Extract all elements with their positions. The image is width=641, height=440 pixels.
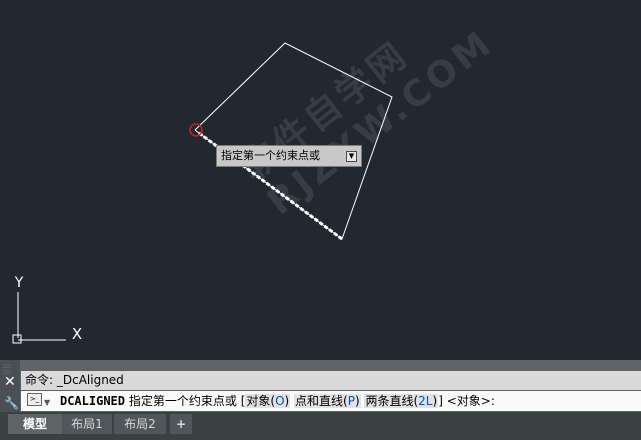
- dynamic-input-tooltip: 指定第一个约束点或 ▼: [216, 145, 362, 167]
- option-object[interactable]: 对象(O): [245, 394, 291, 408]
- command-line-panel: :::::::: ✕ 🔧 命令: _DcAligned >_ ▼ DCALIGNE…: [0, 360, 641, 412]
- command-prompt-icon[interactable]: >_: [27, 393, 42, 406]
- option-object-key: O: [275, 394, 285, 408]
- command-panel-grip[interactable]: :::::::: ✕ 🔧: [0, 360, 20, 412]
- option-two-lines-close: ): [432, 394, 438, 408]
- layout-tab-bar: 模型 布局1 布局2 +: [0, 412, 641, 440]
- option-object-label: 对象(: [246, 394, 276, 408]
- command-prompt-text: 指定第一个约束点或: [128, 394, 237, 408]
- default-option: <对象>:: [446, 394, 495, 408]
- tab-model[interactable]: 模型: [8, 414, 62, 434]
- add-layout-button[interactable]: +: [170, 414, 192, 434]
- tab-layout1[interactable]: 布局1: [62, 414, 112, 434]
- close-icon[interactable]: ✕: [4, 374, 16, 390]
- ucs-x-label: X: [72, 325, 82, 343]
- option-point-line-label: 点和直线(: [295, 394, 348, 408]
- tab-layout2[interactable]: 布局2: [114, 414, 166, 434]
- command-input-line[interactable]: >_ ▼ DCALIGNED 指定第一个约束点或 [对象(O) 点和直线(P) 两…: [21, 391, 641, 411]
- option-point-line-key: P: [347, 394, 355, 408]
- ucs-icon: Y X: [12, 275, 82, 344]
- drawing-viewport[interactable]: Y X 软件自学网 RJZXW.COM 指定第一个约束点或 ▼: [0, 0, 641, 360]
- command-name: DCALIGNED: [59, 394, 126, 408]
- option-two-lines[interactable]: 两条直线(2L): [364, 394, 439, 408]
- bracket-close: ]: [438, 394, 443, 408]
- dropdown-arrow-icon[interactable]: ▼: [346, 151, 357, 162]
- command-history: 命令: _DcAligned: [21, 371, 641, 390]
- option-point-line-close: ): [354, 394, 360, 408]
- tooltip-text: 指定第一个约束点或: [221, 149, 320, 162]
- option-object-close: ): [284, 394, 290, 408]
- option-two-lines-label: 两条直线(: [365, 394, 419, 408]
- chevron-down-icon[interactable]: ▼: [44, 398, 50, 407]
- option-point-line[interactable]: 点和直线(P): [294, 394, 361, 408]
- wrench-icon[interactable]: 🔧: [4, 396, 19, 410]
- ucs-y-label: Y: [14, 275, 24, 291]
- option-two-lines-key: 2L: [418, 394, 433, 408]
- constraint-point-marker: [189, 123, 203, 137]
